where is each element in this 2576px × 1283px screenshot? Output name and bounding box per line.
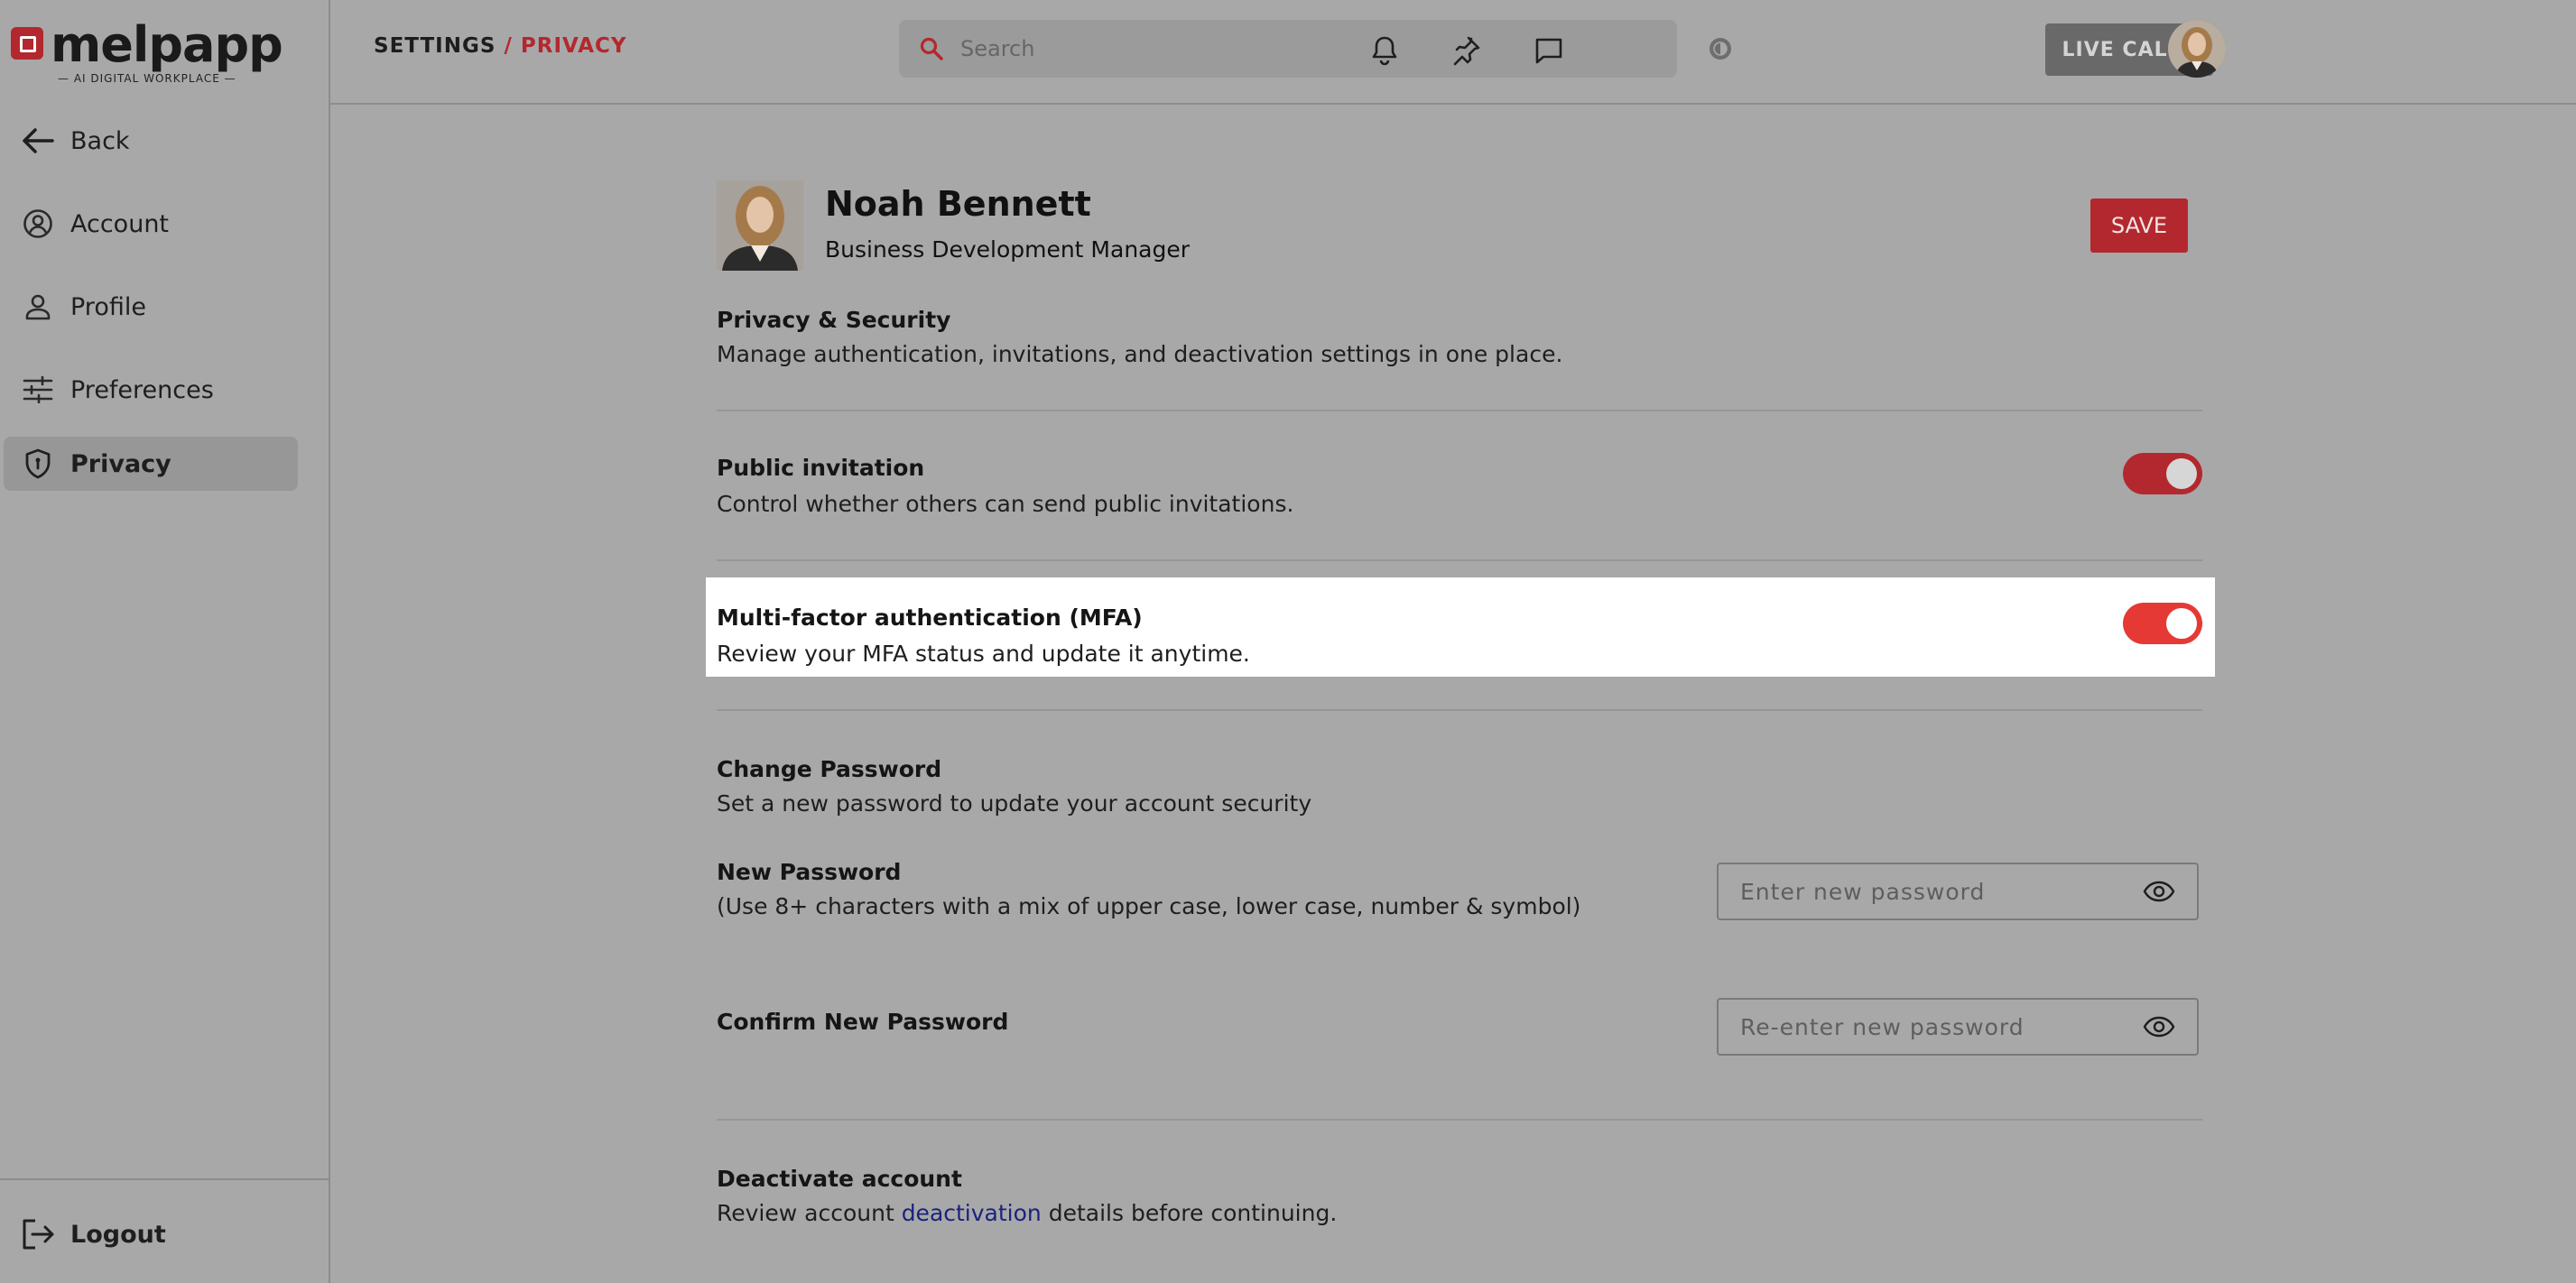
confirm-password-label: Confirm New Password <box>717 1009 1009 1035</box>
person-icon <box>20 289 56 325</box>
sidebar-item-label: Account <box>70 209 170 238</box>
breadcrumb-current: PRIVACY <box>520 34 627 58</box>
breadcrumb: SETTINGS / PRIVACY <box>374 34 627 58</box>
mfa-title: Multi-factor authentication (MFA) <box>717 605 1143 631</box>
new-password-hint: (Use 8+ characters with a mix of upper c… <box>717 893 1581 919</box>
logout-label: Logout <box>70 1220 166 1249</box>
save-button[interactable]: SAVE <box>2090 198 2188 253</box>
arrow-left-icon <box>20 123 56 159</box>
change-password-title: Change Password <box>717 756 942 782</box>
section-description: Manage authentication, invitations, and … <box>717 341 1563 367</box>
mfa-description: Review your MFA status and update it any… <box>717 641 1250 667</box>
change-password-description: Set a new password to update your accoun… <box>717 790 1312 817</box>
deactivate-text-before: Review account <box>717 1200 902 1226</box>
sidebar-item-account[interactable]: Account <box>4 197 298 251</box>
deactivate-title: Deactivate account <box>717 1166 962 1192</box>
sidebar-item-label: Privacy <box>70 449 171 478</box>
public-invitation-title: Public invitation <box>717 455 925 481</box>
divider <box>717 1119 2202 1121</box>
logo-text: melpapp <box>51 16 283 73</box>
section-title: Privacy & Security <box>717 307 951 333</box>
new-password-input[interactable] <box>1738 877 2121 906</box>
pin-icon[interactable] <box>1446 31 1486 70</box>
confirm-password-field <box>1717 998 2199 1056</box>
new-password-field <box>1717 863 2199 920</box>
chat-icon[interactable] <box>1529 31 1569 70</box>
public-invitation-description: Control whether others can send public i… <box>717 491 1294 517</box>
toggle-knob <box>2166 458 2197 489</box>
deactivate-description: Review account deactivation details befo… <box>717 1200 1337 1226</box>
theme-toggle-icon[interactable] <box>1702 31 1738 67</box>
breadcrumb-separator: / <box>504 34 513 58</box>
top-bar: SETTINGS / PRIVACY LIVE CALLS <box>330 0 2576 105</box>
deactivate-text-after: details before continuing. <box>1041 1200 1338 1226</box>
profile-role: Business Development Manager <box>825 236 1191 263</box>
back-label: Back <box>70 126 130 155</box>
mfa-toggle[interactable] <box>2123 603 2202 644</box>
confirm-password-input[interactable] <box>1738 1012 2121 1041</box>
breadcrumb-root[interactable]: SETTINGS <box>374 34 496 58</box>
melpapp-logo[interactable]: melpapp — AI DIGITAL WORKPLACE — <box>9 16 283 88</box>
public-invitation-toggle[interactable] <box>2123 453 2202 494</box>
deactivation-link[interactable]: deactivation <box>902 1200 1042 1226</box>
logo-mark-icon <box>11 27 43 60</box>
sidebar-divider <box>0 1178 329 1180</box>
sidebar-item-preferences[interactable]: Preferences <box>4 363 298 417</box>
search-icon <box>913 31 950 67</box>
sidebar-item-label: Profile <box>70 292 146 321</box>
divider <box>717 709 2202 711</box>
profile-photo <box>717 180 803 271</box>
divider <box>717 410 2202 411</box>
sidebar-item-profile[interactable]: Profile <box>4 280 298 334</box>
eye-icon[interactable] <box>2141 875 2177 908</box>
sidebar: melpapp — AI DIGITAL WORKPLACE — Back Ac… <box>0 0 330 1283</box>
sidebar-item-privacy[interactable]: Privacy <box>4 437 298 491</box>
back-button[interactable]: Back <box>4 114 298 168</box>
bell-icon[interactable] <box>1365 31 1404 70</box>
eye-icon[interactable] <box>2141 1011 2177 1043</box>
shield-icon <box>20 446 56 482</box>
toggle-knob <box>2166 608 2197 639</box>
profile-name: Noah Bennett <box>825 184 1091 224</box>
sliders-icon <box>20 372 56 408</box>
logout-icon <box>20 1216 56 1252</box>
new-password-label: New Password <box>717 859 902 885</box>
account-circle-icon <box>20 206 56 242</box>
divider <box>717 559 2202 561</box>
logo-tagline: — AI DIGITAL WORKPLACE — <box>58 72 236 85</box>
logout-button[interactable]: Logout <box>4 1207 298 1261</box>
avatar[interactable] <box>2168 20 2226 78</box>
sidebar-item-label: Preferences <box>70 375 214 404</box>
